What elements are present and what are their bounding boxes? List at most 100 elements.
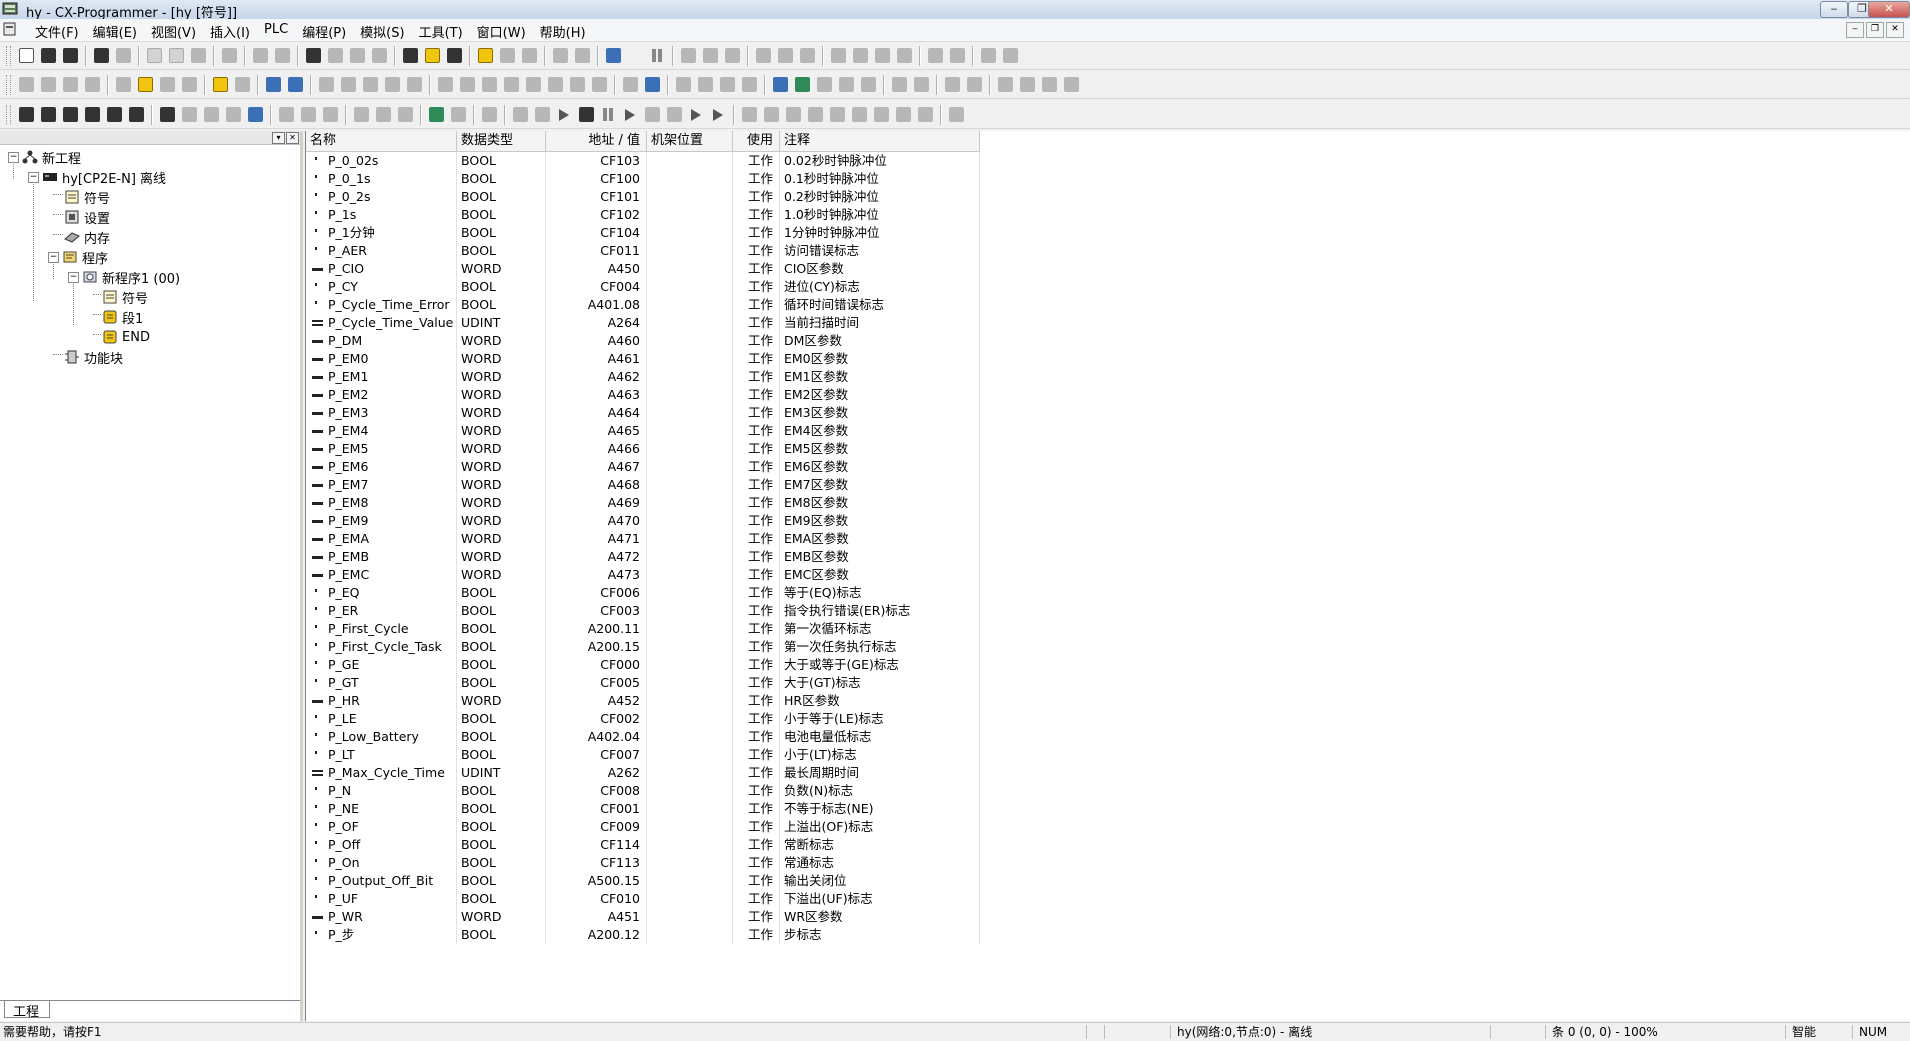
table-row[interactable]: P_WR WORD A451 工作 WR区参数 [306, 908, 980, 926]
cell-datatype[interactable]: WORD [457, 350, 546, 368]
cell-name[interactable]: P_LT [306, 746, 457, 764]
cell-usage[interactable]: 工作 [733, 854, 780, 872]
table-row[interactable]: P_N BOOL CF008 工作 负数(N)标志 [306, 782, 980, 800]
cell-datatype[interactable]: BOOL [457, 746, 546, 764]
table-row[interactable]: P_Low_Battery BOOL A402.04 工作 电池电量低标志 [306, 728, 980, 746]
cell-comment[interactable]: 输出关闭位 [780, 872, 980, 890]
tree-node-program1[interactable]: − 新程序1 (00) [68, 267, 180, 287]
cell-rack[interactable] [647, 728, 733, 746]
cell-address[interactable]: CF102 [546, 206, 647, 224]
cell-name[interactable]: P_GT [306, 674, 457, 692]
cell-address[interactable]: CF104 [546, 224, 647, 242]
menu-item[interactable]: 窗口(W) [470, 22, 533, 41]
cell-address[interactable]: A200.12 [546, 926, 647, 944]
cell-datatype[interactable]: BOOL [457, 674, 546, 692]
cell-usage[interactable]: 工作 [733, 386, 780, 404]
toolbar-button-icon[interactable] [588, 74, 610, 96]
table-row[interactable]: P_LT BOOL CF007 工作 小于(LT)标志 [306, 746, 980, 764]
cell-address[interactable]: A472 [546, 548, 647, 566]
toolbar-button-icon[interactable] [456, 74, 478, 96]
menu-item[interactable]: 编辑(E) [86, 22, 144, 41]
table-row[interactable]: P_步 BOOL A200.12 工作 步标志 [306, 926, 980, 944]
cell-address[interactable]: CF008 [546, 782, 647, 800]
toolbar-button-icon[interactable] [37, 45, 59, 67]
cell-address[interactable]: A462 [546, 368, 647, 386]
cell-usage[interactable]: 工作 [733, 458, 780, 476]
cell-comment[interactable]: 指令执行错误(ER)标志 [780, 602, 980, 620]
table-row[interactable]: P_First_Cycle_Task BOOL A200.15 工作 第一次任务执行标志 [306, 638, 980, 656]
cell-name[interactable]: P_EM1 [306, 368, 457, 386]
toolbar-button-icon[interactable] [914, 104, 936, 126]
cell-address[interactable]: A467 [546, 458, 647, 476]
toolbar-button-icon[interactable] [857, 74, 879, 96]
toolbar-button-icon[interactable] [165, 45, 187, 67]
cell-name[interactable]: P_EM2 [306, 386, 457, 404]
toolbar-button-icon[interactable] [893, 45, 915, 67]
toolbar-button-icon[interactable] [804, 104, 826, 126]
cell-comment[interactable]: EM1区参数 [780, 368, 980, 386]
cell-usage[interactable]: 工作 [733, 530, 780, 548]
toolbar-button-icon[interactable] [575, 104, 597, 126]
menu-item[interactable]: 编程(P) [295, 22, 353, 41]
cell-comment[interactable]: 小于等于(LE)标志 [780, 710, 980, 728]
cell-datatype[interactable]: WORD [457, 494, 546, 512]
cell-comment[interactable]: CIO区参数 [780, 260, 980, 278]
cell-datatype[interactable]: BOOL [457, 800, 546, 818]
toolbar-button-icon[interactable] [796, 45, 818, 67]
panel-pin-icon[interactable]: ▾ [272, 132, 285, 144]
toolbar-button-icon[interactable] [1016, 74, 1038, 96]
toolbar-button-icon[interactable] [553, 104, 575, 126]
cell-name[interactable]: P_0_2s [306, 188, 457, 206]
cell-datatype[interactable]: BOOL [457, 152, 546, 170]
cell-address[interactable]: CF003 [546, 602, 647, 620]
toolbar-button-icon[interactable] [346, 45, 368, 67]
toolbar-button-icon[interactable] [663, 104, 685, 126]
header-datatype[interactable]: 数据类型 [457, 131, 546, 151]
cell-address[interactable]: CF103 [546, 152, 647, 170]
collapse-icon[interactable]: − [48, 251, 59, 263]
cell-rack[interactable] [647, 764, 733, 782]
table-row[interactable]: P_On BOOL CF113 工作 常通标志 [306, 854, 980, 872]
cell-usage[interactable]: 工作 [733, 476, 780, 494]
header-rack[interactable]: 机架位置 [647, 131, 733, 151]
cell-rack[interactable] [647, 278, 733, 296]
toolbar-grip[interactable] [6, 45, 11, 66]
cell-datatype[interactable]: BOOL [457, 170, 546, 188]
toolbar-button-icon[interactable] [59, 45, 81, 67]
toolbar-button-icon[interactable] [1060, 74, 1082, 96]
cell-address[interactable]: A451 [546, 908, 647, 926]
cell-usage[interactable]: 工作 [733, 494, 780, 512]
cell-name[interactable]: P_DM [306, 332, 457, 350]
table-row[interactable]: P_Output_Off_Bit BOOL A500.15 工作 输出关闭位 [306, 872, 980, 890]
cell-datatype[interactable]: BOOL [457, 656, 546, 674]
cell-rack[interactable] [647, 332, 733, 350]
toolbar-button-icon[interactable] [707, 104, 729, 126]
cell-datatype[interactable]: WORD [457, 548, 546, 566]
cell-usage[interactable]: 工作 [733, 926, 780, 944]
toolbar-button-icon[interactable] [218, 45, 240, 67]
toolbar-button-icon[interactable] [672, 74, 694, 96]
toolbar-button-icon[interactable] [602, 45, 624, 67]
cell-comment[interactable]: 1.0秒时钟脉冲位 [780, 206, 980, 224]
cell-address[interactable]: A452 [546, 692, 647, 710]
cell-datatype[interactable]: BOOL [457, 206, 546, 224]
cell-rack[interactable] [647, 224, 733, 242]
cell-usage[interactable]: 工作 [733, 890, 780, 908]
toolbar-button-icon[interactable] [284, 74, 306, 96]
cell-comment[interactable]: EM4区参数 [780, 422, 980, 440]
table-row[interactable]: P_First_Cycle BOOL A200.11 工作 第一次循环标志 [306, 620, 980, 638]
toolbar-button-icon[interactable] [425, 104, 447, 126]
toolbar-button-icon[interactable] [619, 74, 641, 96]
cell-rack[interactable] [647, 890, 733, 908]
toolbar-button-icon[interactable] [81, 104, 103, 126]
cell-name[interactable]: P_GE [306, 656, 457, 674]
cell-datatype[interactable]: BOOL [457, 638, 546, 656]
cell-usage[interactable]: 工作 [733, 440, 780, 458]
toolbar-button-icon[interactable] [496, 45, 518, 67]
toolbar-button-icon[interactable] [447, 104, 469, 126]
cell-comment[interactable]: 第一次循环标志 [780, 620, 980, 638]
toolbar-button-icon[interactable] [112, 45, 134, 67]
cell-comment[interactable]: 常断标志 [780, 836, 980, 854]
toolbar-button-icon[interactable] [641, 74, 663, 96]
cell-name[interactable]: P_EM3 [306, 404, 457, 422]
